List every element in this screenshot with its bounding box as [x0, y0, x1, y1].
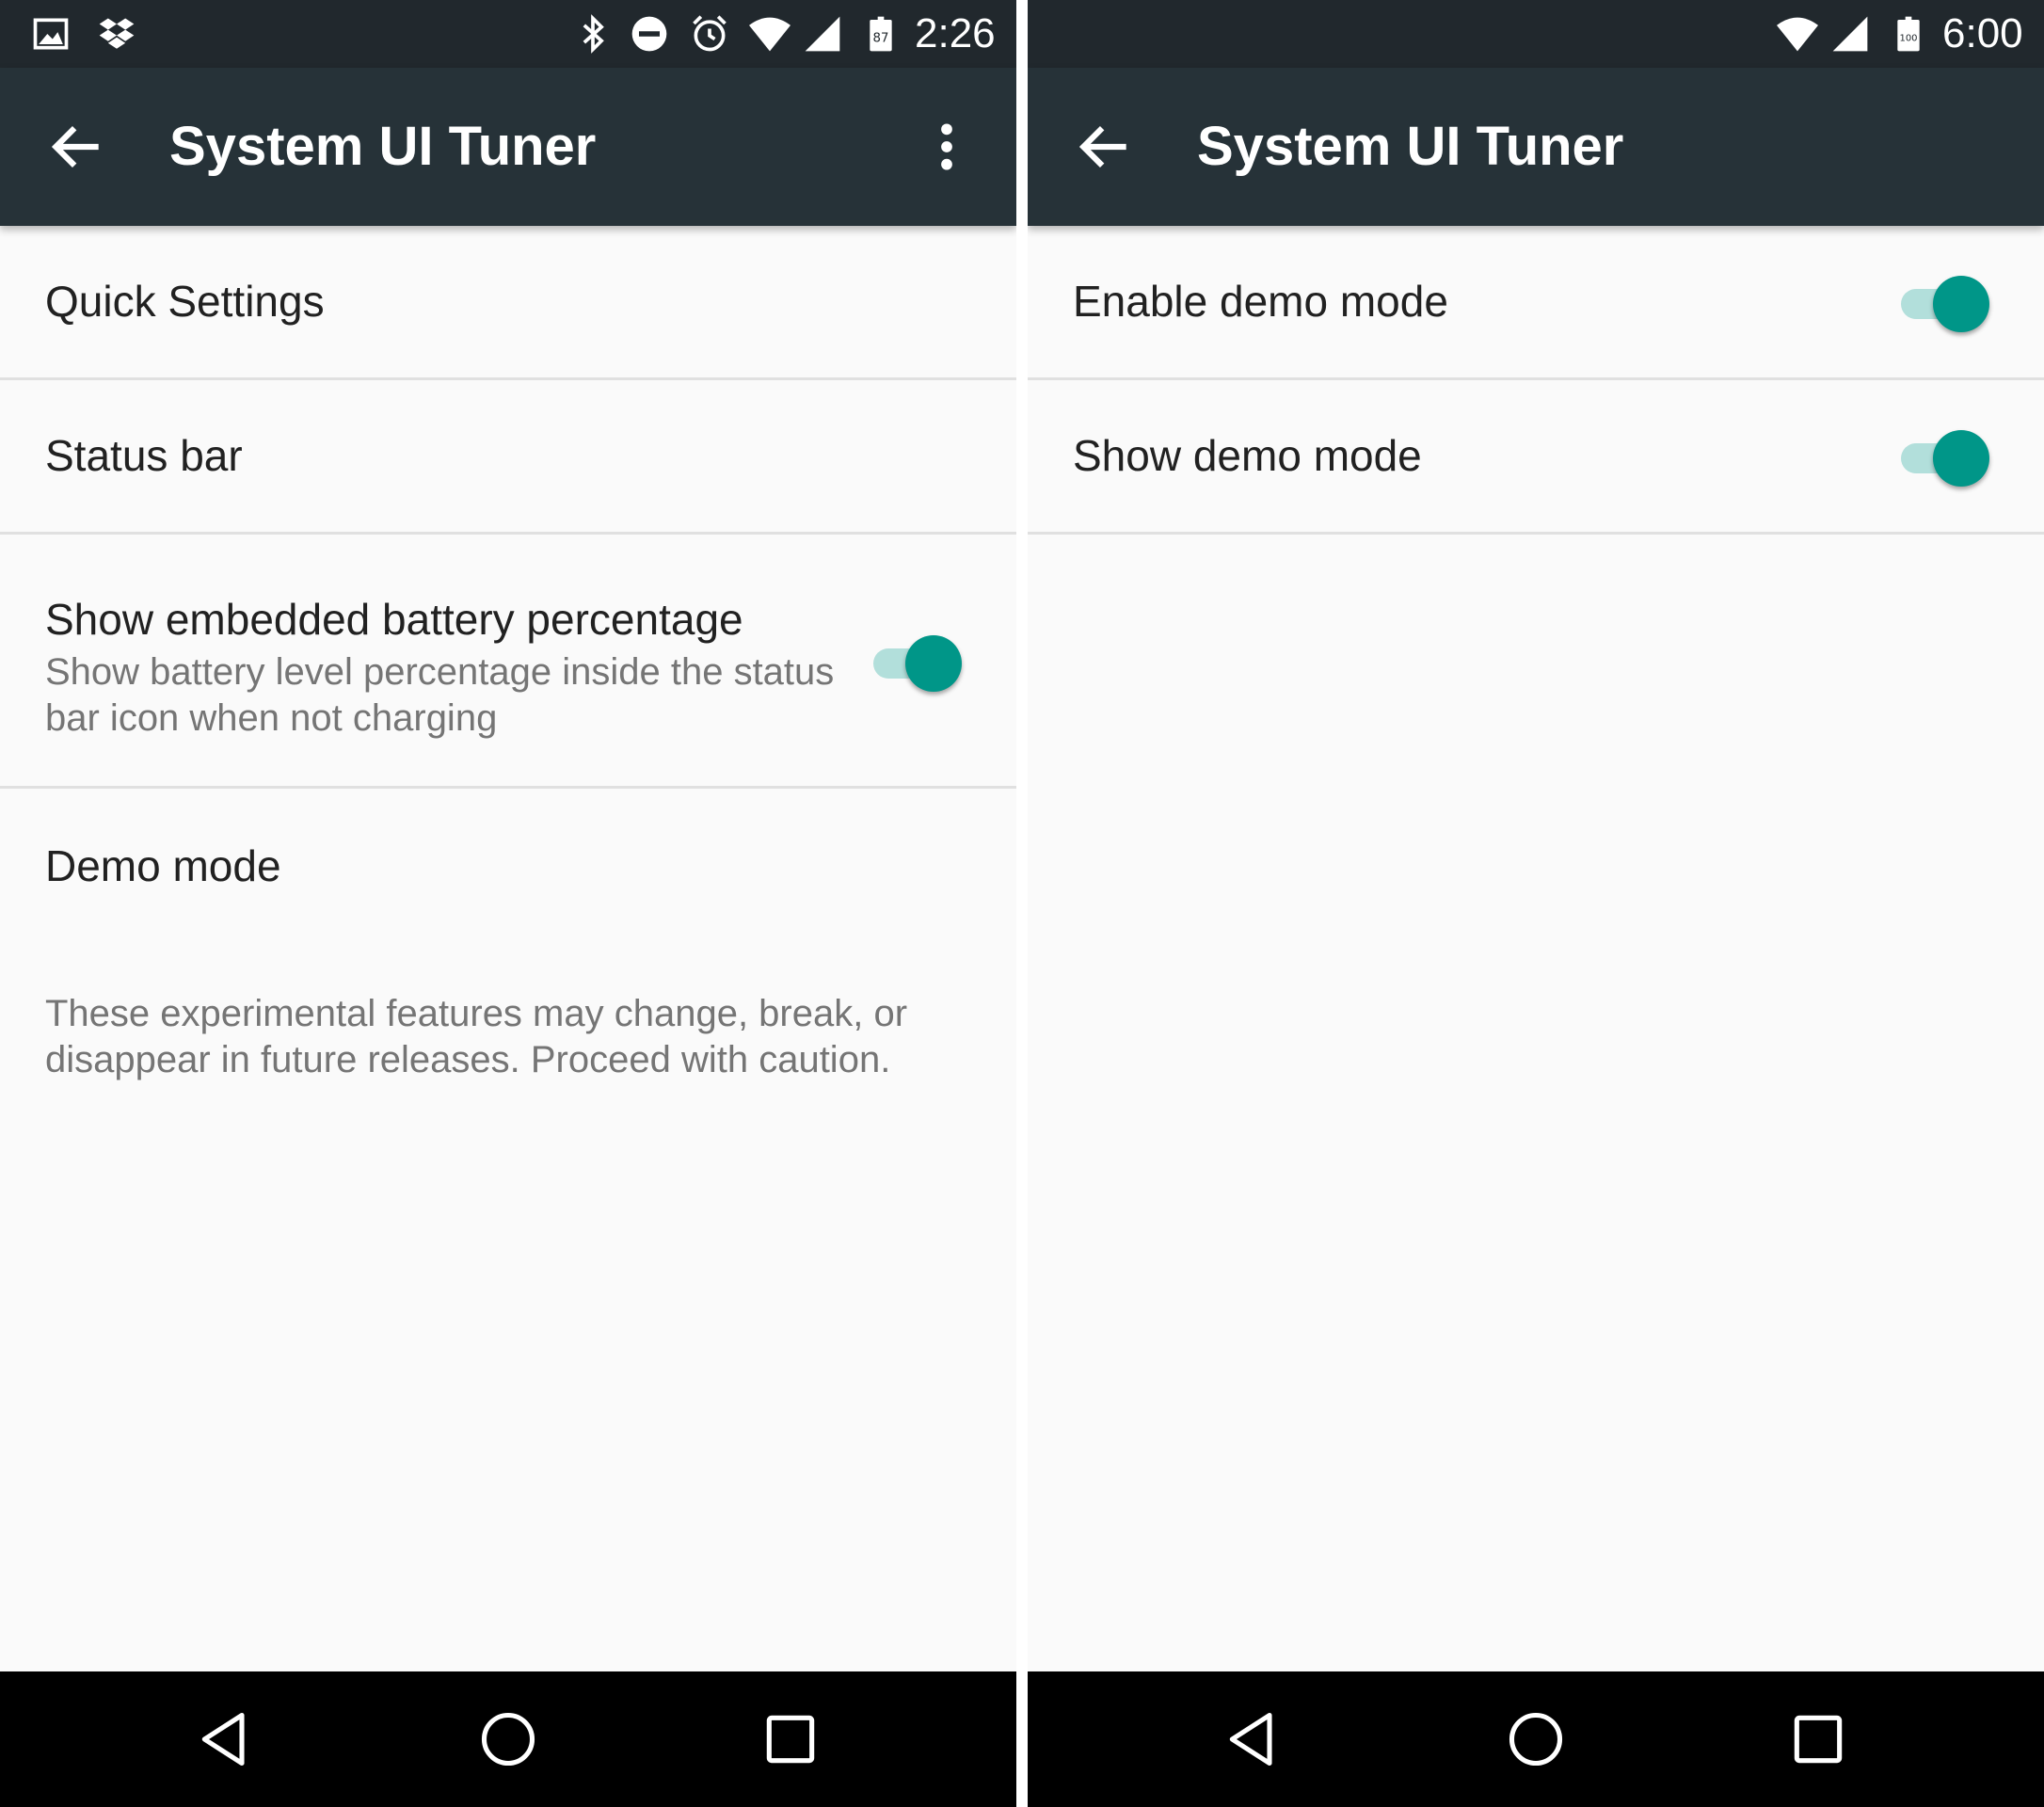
- page-title: System UI Tuner: [1197, 116, 1624, 177]
- page-title: System UI Tuner: [169, 116, 597, 177]
- recents-icon[interactable]: [759, 1707, 822, 1771]
- left-phone-screen: 87 2:26 System UI Tuner Quick Settings S…: [0, 0, 1016, 1807]
- bluetooth-icon: [572, 13, 614, 55]
- warning-footer: These experimental features may change, …: [45, 993, 908, 1080]
- pref-title: Demo mode: [45, 841, 281, 890]
- home-icon[interactable]: [1504, 1707, 1568, 1771]
- pref-summary: Show battery level percentage inside the…: [45, 651, 835, 739]
- pref-status-bar[interactable]: Status bar: [0, 380, 1016, 535]
- preference-list: Enable demo mode Show demo mode: [1028, 226, 2044, 535]
- pref-title: Status bar: [45, 431, 243, 480]
- right-phone-screen: 100 6:00 System UI Tuner Enable demo mod…: [1028, 0, 2044, 1807]
- pref-demo-mode[interactable]: Demo mode: [0, 789, 1016, 944]
- switch-thumb: [1933, 430, 1989, 487]
- image-icon: [30, 13, 72, 55]
- do-not-disturb-icon: [629, 13, 670, 55]
- dropbox-icon: [96, 13, 137, 55]
- wifi-icon: [1777, 13, 1818, 55]
- home-icon[interactable]: [476, 1707, 540, 1771]
- svg-text:100: 100: [1899, 34, 1917, 44]
- cell-signal-icon: [1829, 13, 1871, 55]
- status-bar: 87 2:26: [0, 0, 1016, 68]
- battery-percentage-toggle[interactable]: [870, 631, 967, 693]
- pref-title: Quick Settings: [45, 277, 325, 326]
- battery-icon: 87: [862, 13, 900, 55]
- back-icon[interactable]: [194, 1707, 258, 1771]
- arrow-back-icon[interactable]: [1073, 115, 1137, 179]
- pref-quick-settings[interactable]: Quick Settings: [0, 226, 1016, 380]
- switch-thumb: [905, 635, 962, 692]
- status-time: 2:26: [915, 10, 996, 56]
- pref-title: Show demo mode: [1073, 431, 1422, 480]
- recents-icon[interactable]: [1786, 1707, 1850, 1771]
- more-vert-icon[interactable]: [917, 117, 977, 177]
- switch-thumb: [1933, 276, 1989, 332]
- preference-list: Quick Settings Status bar Show embedded …: [0, 226, 1016, 944]
- app-toolbar: System UI Tuner: [1028, 68, 2044, 226]
- enable-demo-mode-toggle[interactable]: [1897, 271, 1995, 333]
- navigation-bar: [0, 1671, 1016, 1807]
- pref-show-demo-mode[interactable]: Show demo mode: [1028, 380, 2044, 535]
- status-bar: 100 6:00: [1028, 0, 2044, 68]
- pref-enable-demo-mode[interactable]: Enable demo mode: [1028, 226, 2044, 380]
- pref-battery-percentage[interactable]: Show embedded battery percentage Show ba…: [0, 535, 1016, 789]
- alarm-icon: [689, 13, 730, 55]
- status-time: 6:00: [1942, 10, 2023, 56]
- cell-signal-icon: [802, 13, 843, 55]
- pref-title: Enable demo mode: [1073, 277, 1448, 326]
- arrow-back-icon[interactable]: [45, 115, 109, 179]
- wifi-icon: [749, 13, 790, 55]
- svg-text:87: 87: [873, 31, 889, 45]
- show-demo-mode-toggle[interactable]: [1897, 425, 1995, 488]
- battery-icon: 100: [1890, 13, 1927, 55]
- app-toolbar: System UI Tuner: [0, 68, 1016, 226]
- back-icon[interactable]: [1222, 1707, 1285, 1771]
- pref-title: Show embedded battery percentage: [45, 595, 743, 644]
- navigation-bar: [1028, 1671, 2044, 1807]
